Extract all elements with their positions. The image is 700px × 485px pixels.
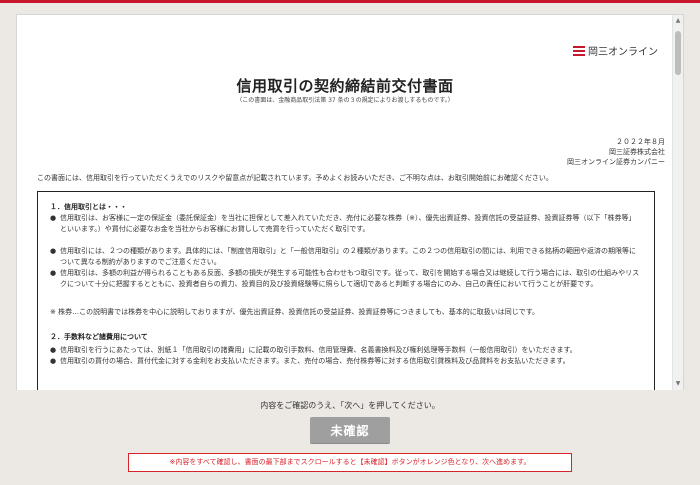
scroll-up-icon[interactable]: ▲ xyxy=(674,17,682,25)
list-item: ● 信用取引の買付の場合、買付代金に対する金利をお支払いただきます。また、売付の… xyxy=(50,356,640,367)
issuer-block: ２０２２年８月 岡三証券株式会社 岡三オンライン証券カンパニー xyxy=(567,137,665,167)
issuer-company: 岡三証券株式会社 xyxy=(609,148,665,156)
unconfirmed-button[interactable]: 未確認 xyxy=(310,417,390,443)
issuer-date: ２０２２年８月 xyxy=(616,138,665,146)
list-item: ● 信用取引には、２つの種類があります。具体的には、「制度信用取引」と「一般信用… xyxy=(50,246,640,268)
bullet-icon: ● xyxy=(50,247,57,255)
document-viewer[interactable]: 岡三オンライン 信用取引の契約締結前交付書面 （この書面は、金融商品取引法第 3… xyxy=(16,14,684,391)
note-item: ※ 株券…この説明書では株券を中心に説明しておりますが、優先出資証券、投資信託の… xyxy=(50,307,640,318)
confirmation-footer: 内容をご確認のうえ、「次へ」を押してください。 未確認 ※内容をすべて確認し、書… xyxy=(0,390,700,485)
vertical-scrollbar[interactable]: ▲ ▼ xyxy=(672,15,683,390)
list-item-text: 信用取引には、２つの種類があります。具体的には、「制度信用取引」と「一般信用取引… xyxy=(60,247,636,266)
bullet-icon: ● xyxy=(50,346,57,354)
list-item: ● 信用取引は、お客様に一定の保証金（委託保証金）を当社に担保として差入れていた… xyxy=(50,213,640,235)
list-item-text: 信用取引を行うにあたっては、別紙１「信用取引の諸費用」に記載の取引手数料、信用管… xyxy=(60,346,577,354)
scroll-thumb[interactable] xyxy=(675,31,681,75)
scroll-down-icon[interactable]: ▼ xyxy=(674,380,682,388)
list-item-text: 信用取引は、多額の利益が得られることもある反面、多額の損失が発生する可能性も合わ… xyxy=(60,269,640,288)
intro-text: この書面には、信用取引を行っていただくうえでのリスクや留意点が記載されています。… xyxy=(37,174,553,182)
bullet-icon: ● xyxy=(50,214,57,222)
logo-text: 岡三オンライン xyxy=(588,46,658,58)
list-item: ● 信用取引は、多額の利益が得られることもある反面、多額の損失が発生する可能性も… xyxy=(50,268,640,290)
logo-mark-icon xyxy=(573,45,585,56)
list-item: ● 信用取引を行うにあたっては、別紙１「信用取引の諸費用」に記載の取引手数料、信… xyxy=(50,345,640,356)
document-subtitle: （この書面は、金融商品取引法第 37 条の３の規定によりお渡しするものです。） xyxy=(236,97,454,104)
list-item-text: 信用取引の買付の場合、買付代金に対する金利をお支払いただきます。また、売付の場合… xyxy=(60,357,570,365)
section-heading: ２．手数料など諸費用について xyxy=(50,333,148,341)
terms-content-box: １．信用取引とは・・・ ● 信用取引は、お客様に一定の保証金（委託保証金）を当社… xyxy=(37,191,655,390)
note-text: ※ 株券…この説明書では株券を中心に説明しておりますが、優先出資証券、投資信託の… xyxy=(50,308,540,316)
instruction-text: 内容をご確認のうえ、「次へ」を押してください。 xyxy=(260,401,440,410)
document-title: 信用取引の契約締結前交付書面 xyxy=(236,77,454,95)
brand-logo: 岡三オンライン xyxy=(573,43,658,58)
scroll-notice: ※内容をすべて確認し、書面の最下部までスクロールすると【未確認】ボタンがオレンジ… xyxy=(128,453,572,472)
bullet-icon: ● xyxy=(50,269,57,277)
section-heading: １．信用取引とは・・・ xyxy=(50,203,127,211)
top-accent-bar xyxy=(0,0,700,3)
issuer-division: 岡三オンライン証券カンパニー xyxy=(567,158,665,166)
bullet-icon: ● xyxy=(50,357,57,365)
list-item-text: 信用取引は、お客様に一定の保証金（委託保証金）を当社に担保として差入れていただき… xyxy=(60,214,636,233)
